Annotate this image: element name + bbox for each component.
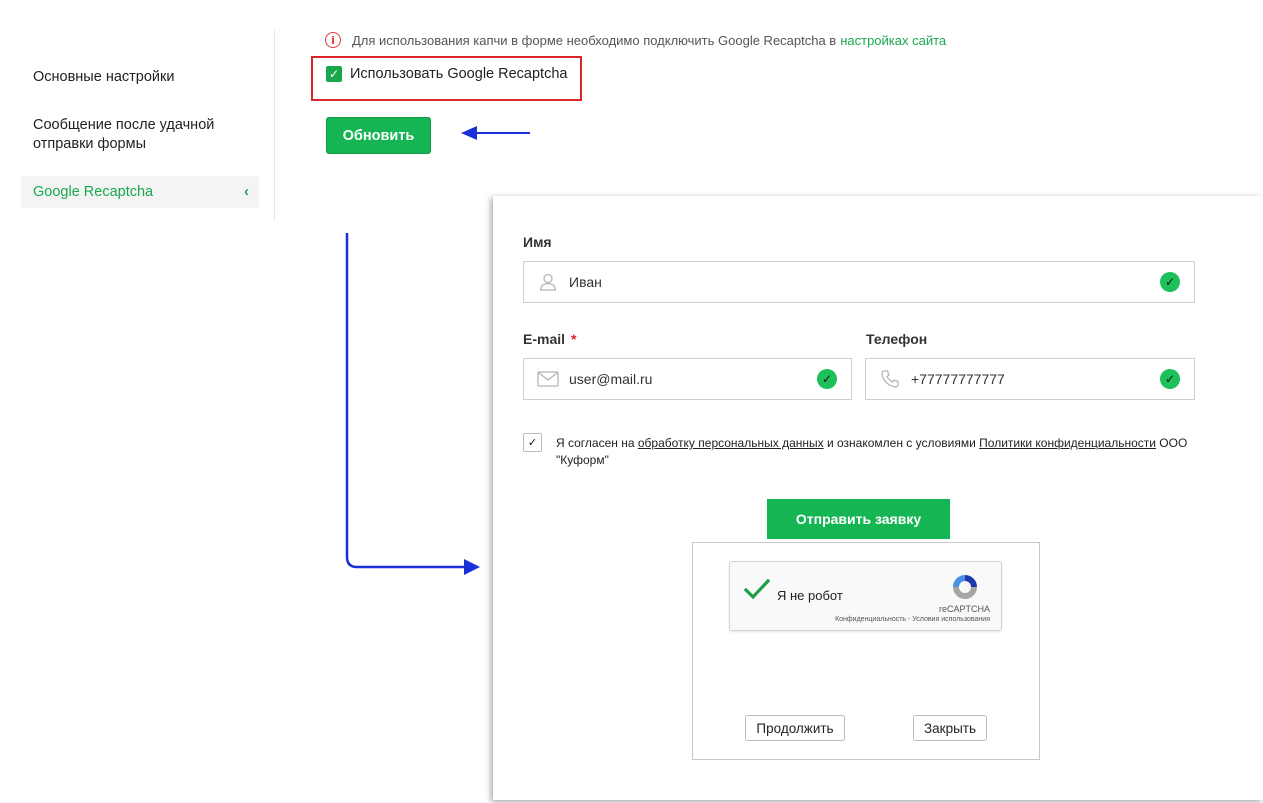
email-value: user@mail.ru (569, 371, 653, 387)
check-circle-icon: ✓ (1160, 272, 1180, 292)
update-button[interactable]: Обновить (326, 117, 431, 154)
check-circle-icon: ✓ (1160, 369, 1180, 389)
info-icon: i (325, 32, 341, 48)
phone-value: +77777777777 (911, 371, 1005, 387)
required-mark: * (571, 331, 577, 347)
recaptcha-info-notice: i Для использования капчи в форме необхо… (325, 31, 946, 49)
privacy-policy-link[interactable]: Политики конфиденциальности (979, 436, 1156, 450)
sidebar-item-success-message[interactable]: Сообщение после удачной отправки формы (21, 116, 259, 154)
recaptcha-brand: reCAPTCHA (938, 604, 990, 614)
sidebar-divider (274, 30, 275, 220)
user-icon (537, 271, 559, 293)
form-preview-panel: Имя Иван ✓ E-mail * user@mail.ru ✓ Телефо… (493, 196, 1263, 800)
arrow-to-update-button (461, 126, 530, 140)
use-recaptcha-checkbox[interactable]: ✓ (326, 66, 342, 82)
captcha-dialog: Я не робот reCAPTCHA Конфиденциальность … (692, 542, 1040, 760)
chevron-left-icon: ‹ (244, 183, 249, 200)
submit-request-button[interactable]: Отправить заявку (767, 499, 950, 539)
sidebar-item-label: Сообщение после удачной отправки формы (33, 117, 215, 152)
consent-text-part: Я согласен на (556, 436, 638, 450)
sidebar-item-label: Google Recaptcha (33, 184, 154, 200)
mail-icon (537, 368, 559, 390)
email-label-text: E-mail (523, 331, 566, 347)
arrow-to-form-preview (345, 233, 480, 575)
recaptcha-logo-icon (953, 575, 977, 599)
use-recaptcha-label: Использовать Google Recaptcha (350, 66, 568, 82)
name-label: Имя (523, 234, 552, 250)
email-field[interactable]: user@mail.ru ✓ (523, 358, 852, 400)
sidebar-item-label: Основные настройки (33, 69, 175, 85)
phone-icon (879, 368, 901, 390)
sidebar-item-google-recaptcha[interactable]: Google Recaptcha ‹ (21, 176, 259, 208)
email-label: E-mail * (523, 331, 576, 347)
continue-button[interactable]: Продолжить (745, 715, 845, 741)
close-button[interactable]: Закрыть (913, 715, 987, 741)
use-recaptcha-checkbox-row[interactable]: ✓ Использовать Google Recaptcha (326, 66, 567, 82)
phone-field[interactable]: +77777777777 ✓ (865, 358, 1195, 400)
consent-text: Я согласен на обработку персональных дан… (556, 435, 1206, 469)
recaptcha-label: Я не робот (777, 588, 843, 603)
phone-label: Телефон (866, 331, 928, 347)
name-field[interactable]: Иван ✓ (523, 261, 1195, 303)
recaptcha-widget[interactable]: Я не робот reCAPTCHA Конфиденциальность … (729, 561, 1002, 631)
personal-data-link[interactable]: обработку персональных данных (638, 436, 824, 450)
consent-checkbox[interactable]: ✓ (523, 433, 542, 452)
checkmark-icon (744, 578, 770, 600)
check-circle-icon: ✓ (817, 369, 837, 389)
recaptcha-terms-link[interactable]: Конфиденциальность - Условия использован… (835, 616, 990, 623)
info-text: Для использования капчи в форме необходи… (352, 32, 837, 48)
consent-text-part: и ознакомлен с условиями (823, 436, 980, 450)
name-value: Иван (569, 274, 602, 290)
site-settings-link[interactable]: настройках сайта (840, 33, 946, 48)
sidebar-item-main-settings[interactable]: Основные настройки (21, 68, 259, 87)
